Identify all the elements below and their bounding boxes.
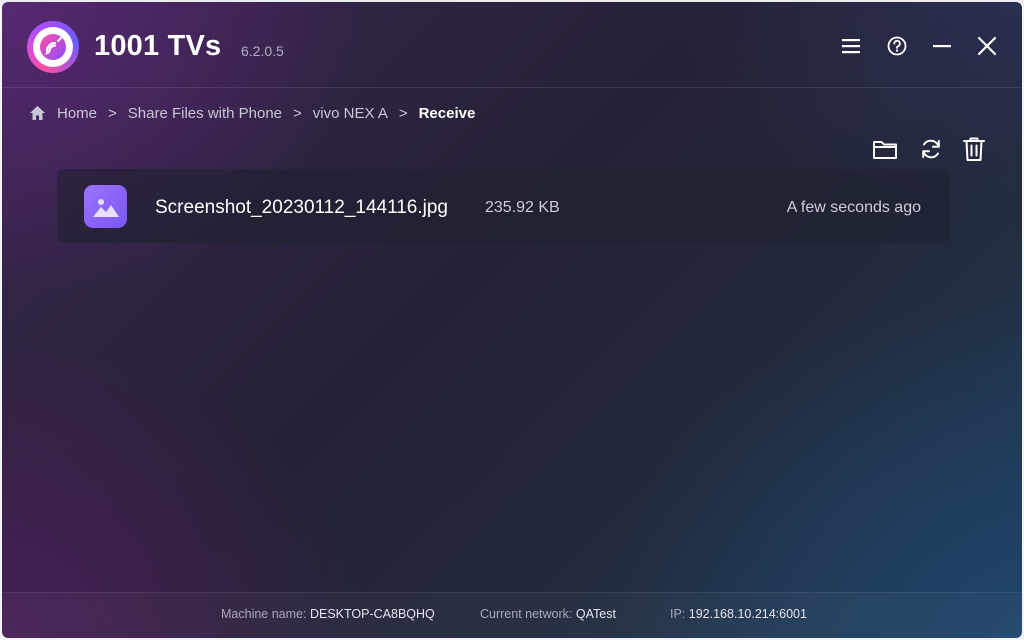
app-window: 1001 TVs 6.2.0.5 Home > Share Files with… bbox=[2, 2, 1022, 638]
minimize-button[interactable] bbox=[929, 33, 955, 59]
status-bar: Machine name: DESKTOP-CA8BQHQ Current ne… bbox=[2, 592, 1022, 638]
file-row[interactable]: Screenshot_20230112_144116.jpg 235.92 KB… bbox=[57, 169, 949, 243]
breadcrumb-separator: > bbox=[398, 104, 408, 122]
breadcrumb-share-files[interactable]: Share Files with Phone bbox=[128, 105, 282, 122]
menu-icon bbox=[842, 39, 860, 54]
machine-name: Machine name: DESKTOP-CA8BQHQ bbox=[221, 607, 435, 621]
delete-button[interactable] bbox=[960, 135, 988, 163]
image-file-icon bbox=[84, 185, 127, 228]
close-icon bbox=[977, 36, 997, 56]
close-button[interactable] bbox=[974, 33, 1000, 59]
machine-name-value: DESKTOP-CA8BQHQ bbox=[309, 607, 435, 621]
ip-label: IP: bbox=[670, 607, 686, 621]
breadcrumb-separator: > bbox=[293, 104, 302, 122]
current-network: Current network: QATest bbox=[480, 607, 616, 621]
minimize-icon bbox=[933, 45, 951, 48]
app-logo bbox=[27, 21, 79, 73]
folder-icon bbox=[873, 141, 897, 159]
help-icon bbox=[887, 36, 907, 56]
title-bar: 1001 TVs 6.2.0.5 bbox=[2, 2, 1022, 88]
app-title: 1001 TVs bbox=[94, 30, 222, 62]
network-label: Current network: bbox=[480, 607, 573, 621]
file-time: A few seconds ago bbox=[786, 199, 921, 216]
breadcrumb: Home > Share Files with Phone > vivo NEX… bbox=[29, 103, 475, 123]
refresh-icon bbox=[922, 139, 940, 159]
breadcrumb-device[interactable]: vivo NEX A bbox=[313, 105, 388, 122]
breadcrumb-separator: > bbox=[108, 104, 117, 122]
home-icon[interactable] bbox=[29, 105, 46, 121]
menu-button[interactable] bbox=[838, 33, 864, 59]
refresh-button[interactable] bbox=[917, 135, 945, 163]
file-name: Screenshot_20230112_144116.jpg bbox=[155, 197, 448, 218]
breadcrumb-current: Receive bbox=[418, 104, 476, 122]
cast-icon bbox=[40, 34, 66, 60]
breadcrumb-home[interactable]: Home bbox=[57, 105, 97, 122]
ip-value: 192.168.10.214:6001 bbox=[688, 607, 807, 621]
open-folder-button[interactable] bbox=[871, 135, 899, 163]
network-value: QATest bbox=[575, 607, 616, 621]
ip-address: IP: 192.168.10.214:6001 bbox=[670, 607, 807, 621]
machine-name-label: Machine name: bbox=[221, 607, 307, 621]
help-button[interactable] bbox=[884, 33, 910, 59]
trash-icon bbox=[963, 137, 985, 161]
app-version: 6.2.0.5 bbox=[241, 43, 284, 59]
file-size: 235.92 KB bbox=[485, 199, 560, 216]
